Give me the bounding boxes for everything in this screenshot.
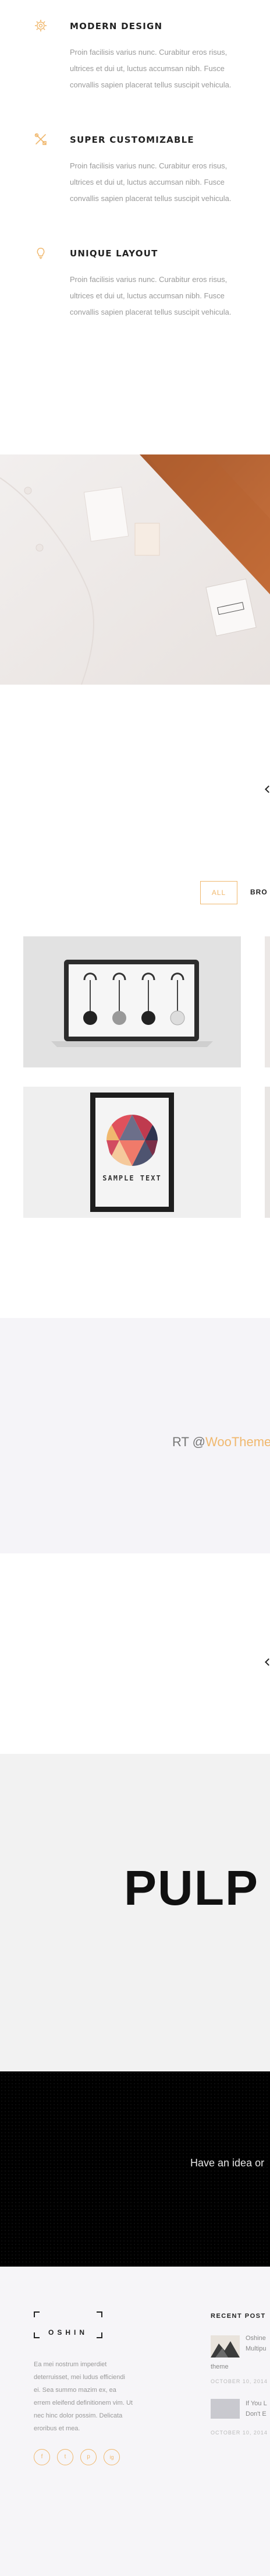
footer-logo[interactable]: OSHIN	[34, 2311, 102, 2338]
poster-label: SAMPLE TEXT	[102, 1174, 162, 1182]
feature-text: Proin facilisis varius nunc. Curabitur e…	[70, 48, 232, 89]
portfolio-item-edge-1[interactable]	[265, 936, 270, 1067]
facebook-icon[interactable]: f	[34, 2449, 50, 2465]
next-arrow-icon[interactable]	[265, 785, 270, 793]
post-title-line[interactable]: Don't E	[246, 2409, 267, 2419]
post-title-line[interactable]: Oshine	[246, 2333, 266, 2344]
instagram-icon[interactable]: ig	[104, 2449, 120, 2465]
tweet-text: RT @WooThemes:	[172, 1435, 270, 1450]
feature-text: Proin facilisis varius nunc. Curabitur e…	[70, 161, 232, 203]
pulp-section: PULP	[0, 1754, 270, 2071]
twitter-quote-section: RT @WooThemes:	[0, 1318, 270, 1553]
stationery-illustration	[0, 454, 270, 685]
cta-section: Have an idea or	[0, 2071, 270, 2267]
tweet-handle-link[interactable]: WooThemes:	[205, 1435, 270, 1449]
pinterest-icon[interactable]: p	[80, 2449, 97, 2465]
feature-title: UNIQUE LAYOUT	[70, 248, 158, 259]
stationery-photo	[0, 454, 270, 685]
portfolio-item-laptop[interactable]	[23, 936, 241, 1067]
filter-all-button[interactable]: ALL	[200, 881, 237, 904]
portfolio-item-edge-2[interactable]	[265, 1087, 270, 1218]
footer-about-text: Ea mei nostrum imperdiet deterruisset, m…	[34, 2361, 133, 2432]
gear-icon	[35, 20, 47, 31]
poster-image	[23, 1087, 241, 1218]
filter-bro-label: BRO	[250, 888, 268, 896]
twitter-icon[interactable]: t	[57, 2449, 73, 2465]
pulp-heading: PULP	[124, 1860, 260, 1915]
tweet-prefix: RT @	[172, 1435, 205, 1449]
post-title-line[interactable]: Multipu	[246, 2344, 266, 2354]
post-date: OCTOBER 10, 2014	[211, 2430, 268, 2436]
lightbulb-icon	[37, 248, 45, 259]
mountain-thumbnail	[211, 2335, 240, 2357]
footer: OSHIN Ea mei nostrum imperdiet deterruis…	[0, 2267, 270, 2576]
cta-text: Have an idea or	[190, 2157, 265, 2169]
recent-posts-title: RECENT POST	[211, 2313, 266, 2320]
portfolio-item-poster[interactable]: SAMPLE TEXT	[23, 1087, 241, 1218]
next-arrow-icon[interactable]	[265, 1658, 270, 1666]
post-thumbnail-1[interactable]	[211, 2335, 240, 2357]
filter-bro-button[interactable]: BRO	[250, 881, 268, 904]
tools-icon	[34, 133, 47, 145]
feature-title: MODERN DESIGN	[70, 21, 163, 31]
feature-title: SUPER CUSTOMIZABLE	[70, 135, 194, 145]
post-title-line[interactable]: theme	[211, 2363, 229, 2370]
filter-all-label: ALL	[211, 889, 226, 897]
laptop-image	[23, 936, 241, 1067]
post-title-line[interactable]: If You L	[246, 2398, 267, 2409]
feature-text: Proin facilisis varius nunc. Curabitur e…	[70, 275, 232, 316]
post-thumbnail-2[interactable]	[211, 2399, 240, 2419]
footer-logo-text: OSHIN	[48, 2328, 88, 2337]
post-date: OCTOBER 10, 2014	[211, 2378, 268, 2384]
